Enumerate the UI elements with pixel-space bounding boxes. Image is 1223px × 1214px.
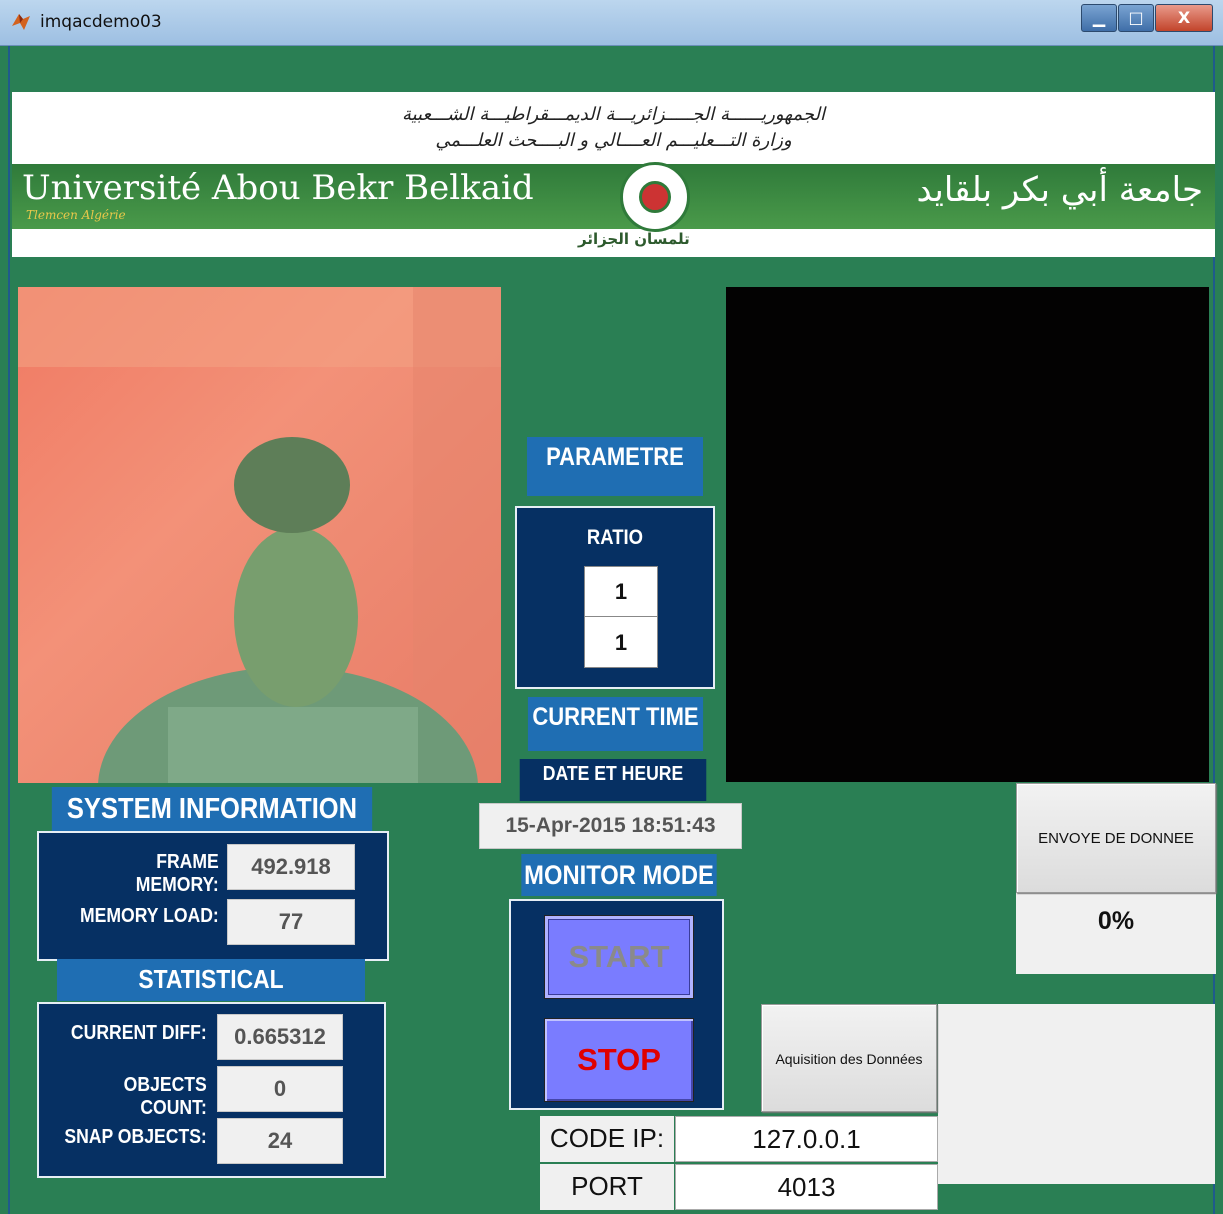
date-heure-label: DATE ET HEURE <box>519 759 707 801</box>
university-name-ar: جامعة أبي بكر بلقايد <box>916 170 1203 210</box>
ratio-input-group: 1 1 <box>584 566 658 668</box>
ratio-input-1[interactable]: 1 <box>585 567 657 617</box>
window-title: imqacdemo03 <box>40 12 162 32</box>
statistical-info-title: STATISTICAL INFORMATION <box>57 959 365 1034</box>
memory-load-value: 77 <box>227 899 355 945</box>
send-progress-text: 0% <box>1097 907 1135 935</box>
seal-center <box>639 181 671 213</box>
university-banner: الجمهوريــــــة الجـــــزائريـــة الديمـ… <box>12 92 1215 257</box>
send-data-button[interactable]: ENVOYE DE DONNEE <box>1016 783 1216 893</box>
acquisition-panel <box>938 1004 1215 1184</box>
current-time-title: CURRENT TIME <box>527 697 704 751</box>
monitor-mode-title: MONITOR MODE <box>521 854 717 896</box>
matlab-icon <box>12 14 30 30</box>
ratio-input-2[interactable]: 1 <box>585 618 657 667</box>
current-diff-label: CURRENT DIFF: <box>70 1022 207 1044</box>
port-label: PORT <box>540 1164 674 1210</box>
parametre-panel: RATIO 1 1 <box>515 506 715 689</box>
snap-objects-label: SNAP OBJECTS: <box>64 1126 207 1148</box>
code-ip-label: CODE IP: <box>540 1116 674 1162</box>
monitor-mode-panel: START STOP <box>509 899 724 1110</box>
objects-count-label: OBJECTS COUNT: <box>123 1074 207 1119</box>
port-input[interactable]: 4013 <box>675 1164 938 1210</box>
city-fr: Tlemcen Algérie <box>26 208 126 222</box>
statistical-info-panel: CURRENT DIFF: 0.665312 OBJECTS COUNT: 0 … <box>37 1002 386 1178</box>
current-time-display: 15-Apr-2015 18:51:43 <box>479 803 742 849</box>
system-info-panel: FRAME MEMORY: 492.918 MEMORY LOAD: 77 <box>37 831 389 961</box>
close-button[interactable]: X <box>1155 4 1213 32</box>
camera-live-view <box>18 287 501 783</box>
objects-count-value: 0 <box>217 1066 343 1112</box>
acquisition-button[interactable]: Aquisition des Données <box>761 1004 937 1112</box>
maximize-button[interactable]: □ <box>1118 4 1154 32</box>
title-bar <box>0 0 1223 46</box>
system-info-title: SYSTEM INFORMATION <box>51 787 373 831</box>
frame-memory-value: 492.918 <box>227 844 355 890</box>
camera-frame-image <box>18 287 501 783</box>
start-button[interactable]: START <box>544 915 694 999</box>
processed-view <box>726 287 1209 782</box>
stop-button[interactable]: STOP <box>544 1018 694 1102</box>
parametre-title: PARAMETRE <box>527 437 703 496</box>
frame-memory-label: FRAME MEMORY: <box>135 851 219 896</box>
university-name-fr: Université Abou Bekr Belkaid <box>22 168 534 208</box>
banner-arabic-line2: وزارة التـــعليـــم العــــالي و البــــ… <box>435 130 792 151</box>
memory-load-label: MEMORY LOAD: <box>79 905 219 927</box>
current-diff-value: 0.665312 <box>217 1014 343 1060</box>
banner-arabic-line1: الجمهوريــــــة الجـــــزائريـــة الديمـ… <box>401 104 826 125</box>
code-ip-input[interactable]: 127.0.0.1 <box>675 1116 938 1162</box>
ratio-label: RATIO <box>586 526 644 549</box>
university-seal-icon <box>620 162 690 232</box>
send-progress-panel: 0% <box>1016 893 1216 974</box>
minimize-button[interactable]: ▁ <box>1081 4 1117 32</box>
snap-objects-value: 24 <box>217 1118 343 1164</box>
city-ar: تلمسان الجزائر <box>578 230 690 248</box>
